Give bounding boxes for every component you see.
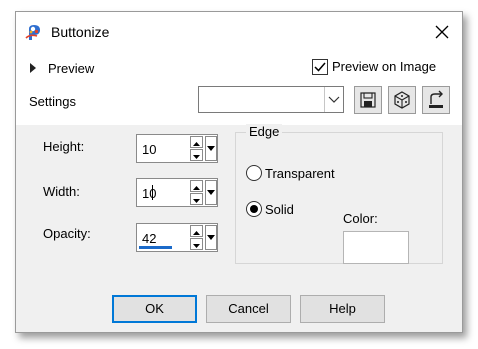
width-value[interactable]: 10 [142,186,156,201]
height-spin-arrows [190,136,203,161]
color-label: Color: [343,211,378,226]
reset-button[interactable] [422,86,450,114]
top-panel: Preview Preview on Image Settings [16,52,462,125]
window-title: Buttonize [51,24,110,40]
help-button[interactable]: Help [300,295,385,323]
height-menu-button[interactable] [205,136,217,161]
caret-up-icon [193,186,200,190]
settings-label: Settings [29,94,76,109]
save-preset-button[interactable] [354,86,382,114]
opacity-spin-arrows [190,225,203,250]
checkbox-box[interactable] [312,59,328,75]
caret-down-icon [207,235,215,240]
title-bar: Buttonize [16,12,462,52]
solid-radio-label[interactable]: Solid [265,202,294,217]
dice-icon [394,91,410,109]
opacity-value[interactable]: 42 [142,231,156,246]
width-label: Width: [43,184,80,199]
width-menu-button[interactable] [205,180,217,205]
width-spin-arrows [190,180,203,205]
height-spinbox[interactable]: 10 [136,134,218,163]
transparent-radio-label[interactable]: Transparent [265,166,335,181]
width-decrement-button[interactable] [190,193,203,205]
buttonize-dialog: Buttonize Preview Preview on Image Setti… [15,11,463,333]
caret-down-icon [207,190,215,195]
ok-button[interactable]: OK [112,295,197,323]
opacity-menu-button[interactable] [205,225,217,250]
checkmark-icon [314,62,326,72]
caret-down-icon [193,244,200,248]
caret-up-icon [193,142,200,146]
chevron-down-icon[interactable] [324,87,343,112]
width-spinbox[interactable]: 10 [136,178,218,207]
randomize-button[interactable] [388,86,416,114]
caret-down-icon [193,199,200,203]
height-label: Height: [43,139,85,154]
width-increment-button[interactable] [190,180,203,192]
opacity-label: Opacity: [43,226,91,241]
chevron-right-icon [30,63,36,73]
transparent-radio[interactable] [246,165,262,181]
caret-down-icon [193,155,200,159]
caret-down-icon [207,146,215,151]
opacity-spinbox[interactable]: 42 [136,223,218,252]
edge-groupbox: Edge Transparent Solid Color: [235,124,443,264]
preview-on-image-label: Preview on Image [332,59,437,74]
solid-radio[interactable] [246,201,262,217]
text-caret [152,185,153,200]
height-value[interactable]: 10 [142,142,156,157]
reset-icon [429,90,443,108]
opacity-increment-button[interactable] [190,225,203,237]
opacity-decrement-button[interactable] [190,238,203,250]
cancel-button[interactable]: Cancel [206,295,291,323]
close-icon[interactable] [434,24,450,40]
edge-legend: Edge [246,124,283,139]
color-swatch[interactable] [343,231,409,264]
opacity-level-bar [139,246,172,249]
height-decrement-button[interactable] [190,149,203,161]
radio-selected-dot [250,205,258,213]
caret-up-icon [193,231,200,235]
floppy-disk-icon [360,92,376,108]
paint-palette-icon [25,25,40,40]
preview-label: Preview [48,61,95,76]
settings-preset-dropdown[interactable] [198,86,344,113]
height-increment-button[interactable] [190,136,203,148]
